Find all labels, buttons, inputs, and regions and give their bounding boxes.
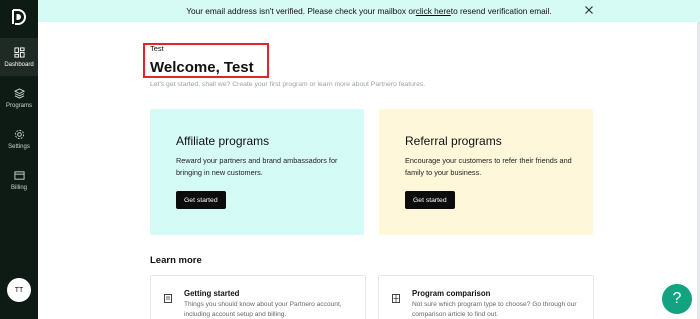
layers-icon	[13, 87, 25, 99]
gear-icon	[14, 129, 24, 139]
affiliate-get-started-button[interactable]: Get started	[176, 191, 226, 209]
page-title: Welcome, Test	[150, 59, 254, 76]
banner-text-after: to resend verification email.	[450, 6, 552, 16]
sidebar-item-label: Settings	[8, 143, 30, 150]
card-description: Reward your partners and brand ambassado…	[176, 156, 338, 177]
sidebar-item-label: Programs	[5, 102, 32, 109]
card-description: Encourage your customers to refer their …	[405, 156, 572, 177]
document-icon	[164, 290, 172, 303]
verification-banner: Your email address isn't verified. Pleas…	[38, 0, 700, 22]
app: Dashboard Programs Settings Billing TT Y…	[0, 0, 700, 319]
sidebar-item-label: Dashboard	[4, 61, 34, 68]
sidebar-item-programs[interactable]: Programs	[0, 79, 38, 117]
sidebar-item-dashboard[interactable]: Dashboard	[0, 38, 38, 76]
program-comparison-card[interactable]: Program comparison Not sure which progra…	[378, 275, 594, 319]
sidebar-item-billing[interactable]: Billing	[0, 161, 38, 199]
affiliate-programs-card: Affiliate programs Reward your partners …	[150, 109, 364, 235]
sidebar: Dashboard Programs Settings Billing TT	[0, 0, 38, 319]
learn-card-title: Program comparison	[412, 289, 491, 298]
avatar[interactable]: TT	[7, 278, 31, 302]
card-title: Referral programs	[405, 134, 502, 148]
sidebar-item-settings[interactable]: Settings	[0, 120, 38, 158]
sidebar-item-label: Billing	[10, 184, 27, 191]
dashboard-icon	[13, 46, 25, 58]
banner-text-before: Your email address isn't verified. Pleas…	[186, 6, 416, 16]
getting-started-card[interactable]: Getting started Things you should know a…	[150, 275, 366, 319]
user-name: Test	[150, 44, 164, 53]
learn-more-heading: Learn more	[150, 255, 202, 266]
learn-card-description: Not sure which program type to choose? G…	[412, 301, 577, 318]
referral-get-started-button[interactable]: Get started	[405, 191, 455, 209]
resend-verification-link[interactable]: click here	[416, 6, 451, 16]
partnero-logo-icon[interactable]	[9, 7, 29, 27]
comparison-icon	[392, 290, 400, 303]
help-button[interactable]: ?	[662, 284, 692, 314]
billing-icon	[13, 170, 25, 180]
referral-programs-card: Referral programs Encourage your custome…	[379, 109, 593, 235]
close-icon[interactable]	[584, 5, 594, 15]
page-subtitle: Let's get started, shall we? Create your…	[150, 81, 426, 88]
learn-card-description: Things you should know about your Partne…	[184, 301, 342, 318]
card-title: Affiliate programs	[176, 134, 270, 148]
learn-card-title: Getting started	[184, 289, 240, 298]
